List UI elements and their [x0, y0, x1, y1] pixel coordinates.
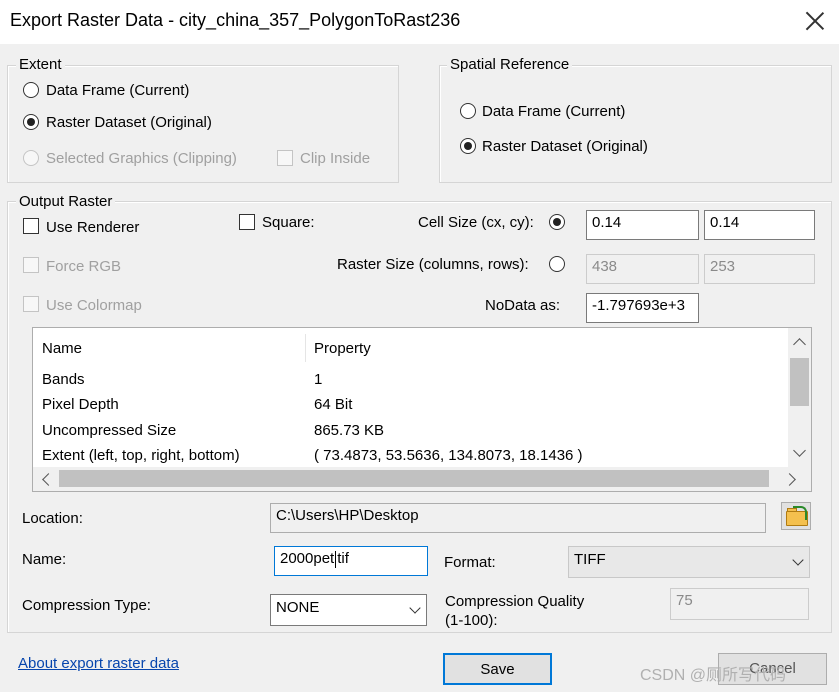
cell-size-cy-input[interactable]: 0.14 — [704, 210, 815, 240]
name-label: Name: — [22, 551, 67, 568]
force-rgb-label: Force RGB — [46, 258, 122, 275]
horizontal-scroll-thumb[interactable] — [59, 470, 769, 487]
compression-quality-range-label: (1-100): — [445, 612, 498, 629]
save-button-label: Save — [480, 661, 515, 678]
raster-rows-input: 253 — [704, 254, 815, 284]
property-value: 865.73 KB — [314, 422, 385, 439]
scroll-up-icon[interactable] — [793, 338, 806, 351]
property-name: Uncompressed Size — [42, 422, 177, 439]
extent-raster-dataset-label[interactable]: Raster Dataset (Original) — [46, 114, 212, 131]
extent-raster-dataset-radio[interactable] — [23, 114, 39, 130]
spatial-data-frame-label[interactable]: Data Frame (Current) — [482, 103, 625, 120]
chevron-down-icon — [409, 602, 421, 614]
location-label: Location: — [22, 510, 83, 527]
use-renderer-label[interactable]: Use Renderer — [46, 219, 139, 236]
property-name: Pixel Depth — [42, 396, 119, 413]
location-input[interactable]: C:\Users\HP\Desktop — [270, 503, 766, 533]
cell-size-radio[interactable] — [549, 214, 565, 230]
about-export-link[interactable]: About export raster data — [18, 655, 179, 672]
spatial-raster-dataset-radio[interactable] — [460, 138, 476, 154]
property-name: Extent (left, top, right, bottom) — [42, 447, 240, 464]
raster-properties-list[interactable]: Name Property Bands 1 Pixel Depth 64 Bit… — [32, 327, 812, 492]
use-renderer-checkbox[interactable] — [23, 218, 39, 234]
extent-selected-graphics-label: Selected Graphics (Clipping) — [46, 150, 237, 167]
vertical-scrollbar[interactable] — [788, 328, 811, 468]
column-header-name[interactable]: Name — [42, 340, 82, 357]
property-name: Bands — [42, 371, 85, 388]
raster-columns-input: 438 — [586, 254, 699, 284]
close-icon[interactable] — [802, 9, 828, 35]
name-value-before-caret: 2000pet — [280, 550, 335, 567]
cell-size-label: Cell Size (cx, cy): — [418, 214, 534, 231]
spatial-raster-dataset-label[interactable]: Raster Dataset (Original) — [482, 138, 648, 155]
force-rgb-checkbox — [23, 257, 39, 273]
spatial-reference-group-label: Spatial Reference — [447, 56, 573, 73]
property-value: 64 Bit — [314, 396, 353, 413]
nodata-input[interactable]: -1.797693e+3 — [586, 293, 699, 323]
square-label[interactable]: Square: — [262, 214, 315, 231]
clip-inside-label: Clip Inside — [300, 150, 371, 167]
output-raster-group-label: Output Raster — [16, 193, 116, 210]
format-value: TIFF — [574, 551, 606, 568]
format-select[interactable]: TIFF — [568, 546, 810, 578]
browse-button[interactable] — [781, 502, 811, 530]
scroll-right-icon[interactable] — [783, 473, 796, 486]
list-item[interactable]: Uncompressed Size 865.73 KB — [33, 420, 788, 445]
raster-size-radio[interactable] — [549, 256, 565, 272]
square-checkbox[interactable] — [239, 214, 255, 230]
property-value: ( 73.4873, 53.5636, 134.8073, 18.1436 ) — [314, 447, 583, 464]
compression-quality-input: 75 — [670, 588, 809, 620]
compression-type-select[interactable]: NONE — [270, 594, 427, 626]
clip-inside-checkbox — [277, 150, 293, 166]
raster-size-label: Raster Size (columns, rows): — [337, 256, 529, 273]
name-input[interactable]: 2000pet tif — [274, 546, 428, 576]
horizontal-scrollbar[interactable] — [33, 467, 811, 491]
use-colormap-checkbox — [23, 296, 39, 312]
extent-data-frame-radio[interactable] — [23, 82, 39, 98]
nodata-label: NoData as: — [485, 297, 561, 314]
window-title: Export Raster Data - city_china_357_Poly… — [10, 10, 461, 30]
property-value: 1 — [314, 371, 323, 388]
use-colormap-label: Use Colormap — [46, 297, 142, 314]
extent-group-label: Extent — [16, 56, 65, 73]
scroll-down-icon[interactable] — [793, 444, 806, 457]
extent-selected-graphics-radio — [23, 150, 39, 166]
compression-quality-label: Compression Quality — [445, 593, 585, 610]
vertical-scroll-thumb[interactable] — [790, 358, 809, 406]
compression-type-value: NONE — [276, 599, 320, 616]
extent-data-frame-label[interactable]: Data Frame (Current) — [46, 82, 189, 99]
cell-size-cx-input[interactable]: 0.14 — [586, 210, 699, 240]
list-item[interactable]: Bands 1 — [33, 369, 788, 394]
title-bar: Export Raster Data - city_china_357_Poly… — [0, 0, 839, 44]
save-button[interactable]: Save — [443, 653, 552, 685]
watermark-text: CSDN @厕所写代码 — [640, 667, 787, 684]
spatial-reference-group — [439, 65, 832, 183]
scroll-left-icon[interactable] — [42, 473, 55, 486]
column-separator[interactable] — [305, 334, 306, 362]
column-header-property[interactable]: Property — [314, 340, 371, 357]
format-label: Format: — [444, 554, 496, 571]
spatial-data-frame-radio[interactable] — [460, 103, 476, 119]
name-value-after-caret: tif — [337, 550, 349, 567]
list-header: Name Property — [33, 328, 788, 368]
chevron-down-icon — [792, 554, 804, 566]
list-item[interactable]: Pixel Depth 64 Bit — [33, 394, 788, 419]
compression-type-label: Compression Type: — [22, 597, 151, 614]
